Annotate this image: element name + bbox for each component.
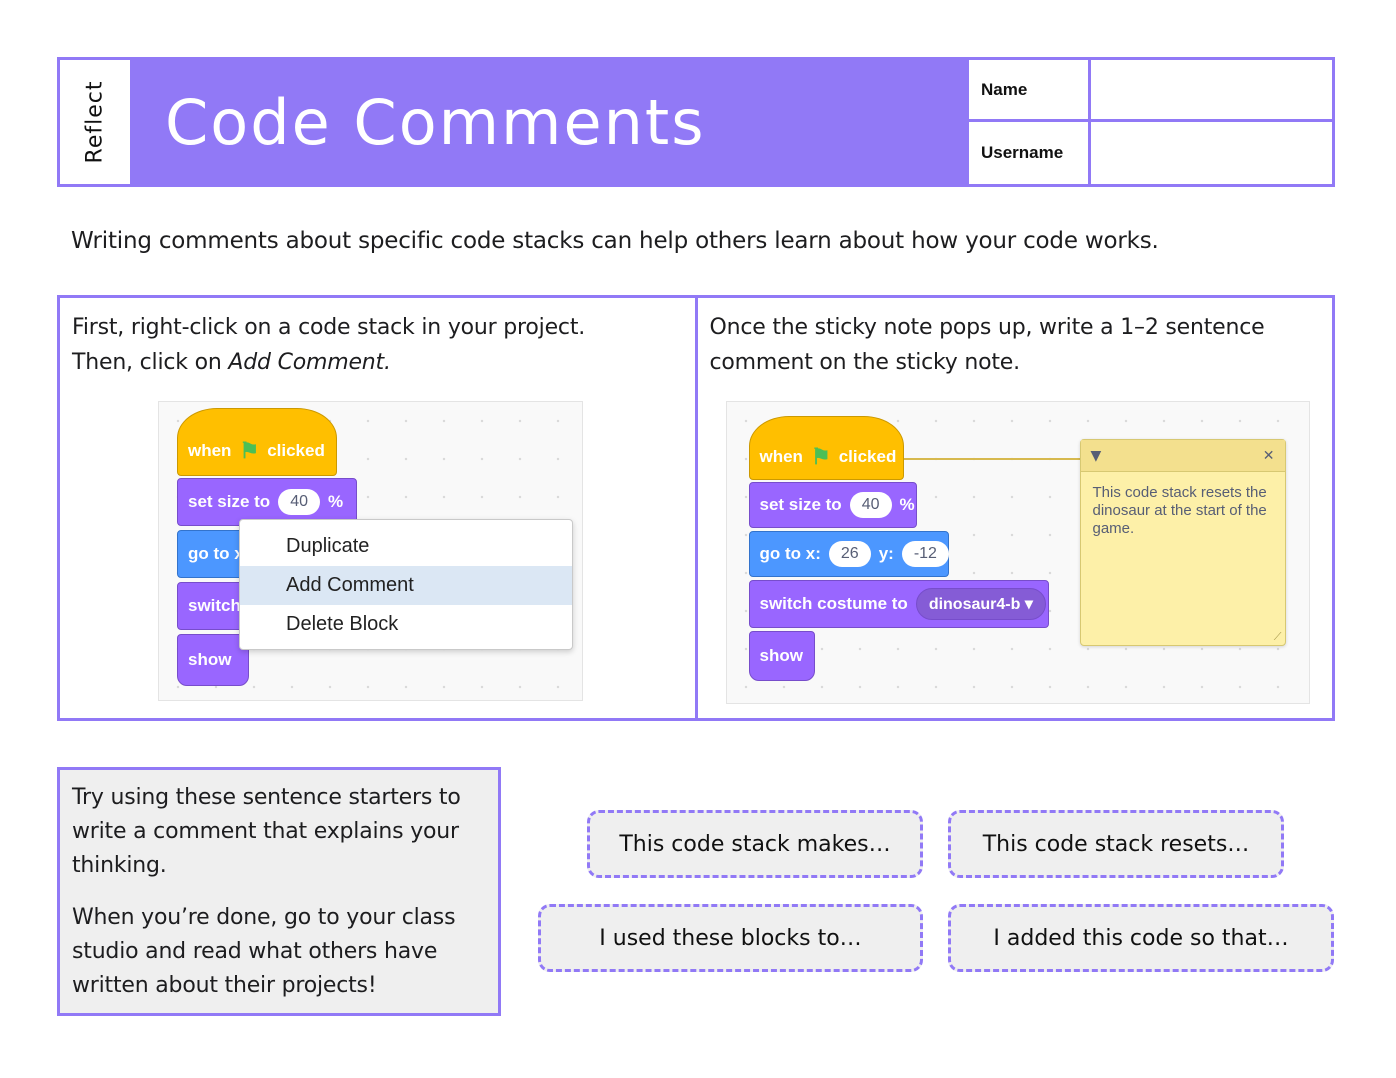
green-flag-icon: ⚑ xyxy=(239,438,260,463)
hat-clicked-label-2: clicked xyxy=(838,447,897,466)
resize-handle-icon[interactable]: ⟋ xyxy=(1274,630,1282,644)
costume-dropdown[interactable]: dinosaur4-b ▾ xyxy=(915,588,1046,620)
set-size-unit: % xyxy=(328,492,344,511)
set-size-value-2[interactable]: 40 xyxy=(849,492,892,518)
section-label-cell: Reflect xyxy=(60,60,133,184)
when-flag-clicked-block[interactable]: when ⚑ clicked xyxy=(177,408,337,476)
costume-value: dinosaur4-b xyxy=(928,596,1021,613)
collapse-arrow-icon[interactable]: ▼ xyxy=(1091,448,1102,464)
step-2-text: Once the sticky note pops up, write a 1–… xyxy=(710,310,1265,380)
username-label: Username xyxy=(969,122,1091,184)
sticky-note-text[interactable]: This code stack resets the dinosaur at t… xyxy=(1081,472,1285,550)
step-2-line-2: comment on the sticky note. xyxy=(709,350,1021,375)
go-to-x-value[interactable]: 26 xyxy=(828,541,871,567)
starter-card-4: I added this code so that… xyxy=(948,904,1334,972)
title-band: Code Comments xyxy=(133,60,969,184)
go-to-y-value[interactable]: -12 xyxy=(901,541,949,567)
section-label: Reflect xyxy=(82,80,108,164)
step-2-line-1: Once the sticky note pops up, write a 1–… xyxy=(709,315,1265,340)
comment-connector-line xyxy=(901,458,1082,460)
step-1-line-2: Then, click on Add Comment. xyxy=(72,345,585,380)
hat-when-label: when xyxy=(188,441,232,460)
menu-item-add-comment[interactable]: Add Comment xyxy=(240,566,572,605)
step-1: First, right-click on a code stack in yo… xyxy=(60,298,695,718)
set-size-label-2: set size to xyxy=(759,495,842,514)
show-label-2: show xyxy=(759,646,803,665)
student-info-fields: Name Username xyxy=(969,60,1332,184)
green-flag-icon-2: ⚑ xyxy=(810,444,831,469)
page-title: Code Comments xyxy=(165,85,706,159)
go-to-y-label: y: xyxy=(878,544,894,563)
go-to-label: go to x xyxy=(188,544,244,563)
menu-item-delete-block[interactable]: Delete Block xyxy=(240,605,572,644)
add-comment-emphasis: Add Comment. xyxy=(228,350,391,375)
when-flag-clicked-block-2[interactable]: when ⚑ clicked xyxy=(748,416,904,480)
switch-costume-block-2[interactable]: switch costume to dinosaur4-b ▾ xyxy=(748,580,1049,628)
step-1-text: First, right-click on a code stack in yo… xyxy=(72,310,585,380)
set-size-value[interactable]: 40 xyxy=(278,489,320,515)
go-to-xy-block-2[interactable]: go to x: 26 y: -12 xyxy=(748,531,949,577)
name-label: Name xyxy=(969,60,1091,122)
step-1-line-2-prefix: Then, click on xyxy=(72,350,229,375)
tip-paragraph-1: Try using these sentence starters to wri… xyxy=(72,785,461,878)
worksheet-header: Reflect Code Comments Name Username xyxy=(57,57,1335,187)
set-size-label: set size to xyxy=(188,492,271,511)
switch-label: switch xyxy=(188,596,241,615)
hat-when-label-2: when xyxy=(759,447,803,466)
close-icon[interactable]: ✕ xyxy=(1263,448,1275,464)
starter-card-2: This code stack resets… xyxy=(948,810,1284,878)
menu-item-duplicate[interactable]: Duplicate xyxy=(240,527,572,566)
set-size-block-2[interactable]: set size to 40 % xyxy=(748,482,917,528)
scratch-canvas-1: when ⚑ clicked set size to 40 % go to x … xyxy=(158,401,583,701)
sticky-note-comment[interactable]: ▼ ✕ This code stack resets the dinosaur … xyxy=(1079,439,1286,646)
intro-text: Writing comments about specific code sta… xyxy=(71,228,1159,254)
starter-card-3: I used these blocks to… xyxy=(538,904,923,972)
name-field[interactable] xyxy=(1091,60,1332,122)
sentence-starter-tip: Try using these sentence starters to wri… xyxy=(57,767,501,1016)
context-menu: Duplicate Add Comment Delete Block xyxy=(239,519,573,650)
username-field[interactable] xyxy=(1091,122,1332,184)
starter-card-1: This code stack makes… xyxy=(587,810,923,878)
scratch-canvas-2: when ⚑ clicked set size to 40 % go to x:… xyxy=(725,401,1310,704)
steps-panel: First, right-click on a code stack in yo… xyxy=(57,295,1335,721)
step-2: Once the sticky note pops up, write a 1–… xyxy=(694,298,1333,718)
step-1-line-1: First, right-click on a code stack in yo… xyxy=(72,315,586,340)
go-to-x-label: go to x: xyxy=(759,544,821,563)
show-label: show xyxy=(188,650,232,669)
hat-clicked-label: clicked xyxy=(267,441,325,460)
switch-costume-label: switch costume to xyxy=(759,594,908,613)
set-size-unit-2: % xyxy=(899,495,915,514)
sticky-note-header: ▼ ✕ xyxy=(1080,440,1285,472)
tip-paragraph-2: When you’re done, go to your class studi… xyxy=(72,905,456,998)
show-block-2[interactable]: show xyxy=(748,631,815,681)
